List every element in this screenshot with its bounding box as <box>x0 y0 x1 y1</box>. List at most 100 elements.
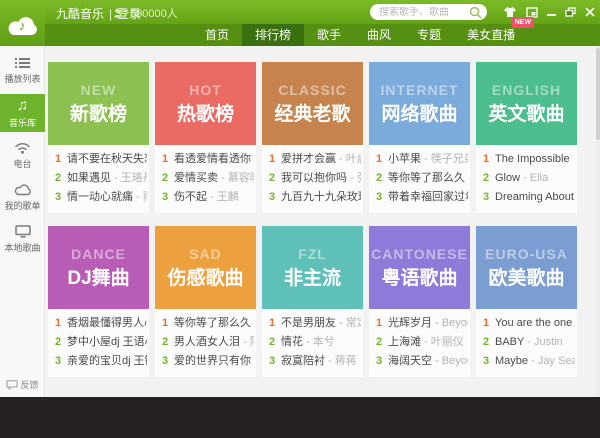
card-header[interactable]: CANTONESE 粤语歌曲 <box>369 226 470 309</box>
song-row[interactable]: 3亲爱的宝贝dj 王键 - <box>55 352 147 371</box>
card-cn-title: 网络歌曲 <box>381 99 457 126</box>
ranking-card[interactable]: NEW 新歌榜 1请不要在秋天失恋 -2如果遇见王珞丹3情一动心就痛雨生 <box>48 62 149 213</box>
app-name: 九酷音乐 <box>56 7 104 21</box>
close-icon[interactable] <box>585 7 595 17</box>
song-row[interactable]: 1看透爱情看透你冷 <box>162 150 254 169</box>
song-row[interactable]: 2如果遇见王珞丹 <box>55 169 147 188</box>
song-row[interactable]: 2BABYJustin <box>483 333 575 352</box>
song-row[interactable]: 2GlowElla <box>483 169 575 188</box>
song-row[interactable]: 1光辉岁月Beyond <box>376 314 468 333</box>
card-header[interactable]: FZL 非主流 <box>262 226 363 309</box>
song-row[interactable]: 1爱拼才会赢叶启田 <box>269 150 361 169</box>
song-row[interactable]: 1小苹果筷子兄弟 <box>376 150 468 169</box>
tab-3[interactable]: 曲风 <box>354 24 404 46</box>
card-header[interactable]: NEW 新歌榜 <box>48 62 149 145</box>
ranking-card[interactable]: HOT 热歌榜 1看透爱情看透你冷2爱情买卖慕容晓晓3伤不起王麟 <box>155 62 256 213</box>
song-row[interactable]: 3情一动心就痛雨生 <box>55 188 147 207</box>
song-artist: 叶丽仪 <box>421 336 464 348</box>
song-row[interactable]: 2情花本兮 <box>269 333 361 352</box>
card-cn-title: 欧美歌曲 <box>488 263 564 290</box>
minimize-icon[interactable] <box>547 7 556 17</box>
ranking-card[interactable]: FZL 非主流 1不是男朋友常定晨2情花本兮3寂寞陪衬蒋蒋 <box>262 226 363 377</box>
song-row[interactable]: 1等你等了那么久祁 <box>162 314 254 333</box>
song-row[interactable]: 2上海滩叶丽仪 <box>376 333 468 352</box>
tab-label: 首页 <box>205 28 229 42</box>
card-cn-title: 英文歌曲 <box>488 99 564 126</box>
scrollbar[interactable] <box>596 46 600 397</box>
tab-5[interactable]: 美女直播NEW <box>454 24 528 46</box>
card-cn-title: 热歌榜 <box>177 99 234 126</box>
song-rank: 3 <box>162 352 174 371</box>
song-row[interactable]: 1The Impossible <box>483 150 575 169</box>
tab-1[interactable]: 排行榜 <box>242 24 304 46</box>
sidebar-item-playlist[interactable]: 播放列表 <box>0 52 45 90</box>
song-row[interactable]: 3九百九十九朵玫瑰 - <box>269 188 361 207</box>
song-title: 亲爱的宝贝dj 王键 - <box>67 355 147 367</box>
song-row[interactable]: 3海阔天空Beyond <box>376 352 468 371</box>
song-title: 等你等了那么久 <box>174 317 251 329</box>
ranking-card[interactable]: EURO-USA 欧美歌曲 1You are the one -2BABYJus… <box>476 226 577 377</box>
sidebar-item-local-songs[interactable]: 本地歌曲 <box>0 220 45 258</box>
ranking-card[interactable]: CANTONESE 粤语歌曲 1光辉岁月Beyond2上海滩叶丽仪3海阔天空Be… <box>369 226 470 377</box>
song-artist: 张惠 <box>347 172 361 184</box>
card-header[interactable]: EURO-USA 欧美歌曲 <box>476 226 577 309</box>
song-row[interactable]: 2我可以抱你吗张惠 <box>269 169 361 188</box>
song-rank: 2 <box>483 169 495 188</box>
song-artist: 祁 <box>251 317 254 329</box>
tab-4[interactable]: 专题 <box>404 24 454 46</box>
song-row[interactable]: 2男人酒女人泪陈瑞 <box>162 333 254 352</box>
song-title: 爱拼才会赢 <box>281 153 336 165</box>
song-row[interactable]: 3伤不起王麟 <box>162 188 254 207</box>
song-rank: 2 <box>55 169 67 188</box>
ranking-card[interactable]: DANCE DJ舞曲 1香烟最懂得男人心dj2梦中小屋dj 王语心 -3亲爱的宝… <box>48 226 149 377</box>
card-header[interactable]: ENGLISH 英文歌曲 <box>476 62 577 145</box>
song-rank: 2 <box>269 333 281 352</box>
song-row[interactable]: 1请不要在秋天失恋 - <box>55 150 147 169</box>
scrollbar-thumb[interactable] <box>596 48 600 140</box>
sidebar-item-radio[interactable]: 电台 <box>0 136 45 174</box>
ranking-card[interactable]: CLASSIC 经典老歌 1爱拼才会赢叶启田2我可以抱你吗张惠3九百九十九朵玫瑰… <box>262 62 363 213</box>
song-row[interactable]: 3爱的世界只有你祁 <box>162 352 254 371</box>
card-header[interactable]: SAD 伤感歌曲 <box>155 226 256 309</box>
song-row[interactable]: 2爱情买卖慕容晓晓 <box>162 169 254 188</box>
song-row[interactable]: 2梦中小屋dj 王语心 - <box>55 333 147 352</box>
song-row[interactable]: 1香烟最懂得男人心dj <box>55 314 147 333</box>
card-en-label: CANTONESE <box>371 246 468 262</box>
sidebar-item-my-playlists[interactable]: 我的歌单 <box>0 178 45 216</box>
main-menu-icon[interactable] <box>526 7 538 18</box>
app-logo[interactable]: ♪ <box>5 12 41 38</box>
song-row[interactable]: 1You are the one - <box>483 314 575 333</box>
card-header[interactable]: INTERNET 网络歌曲 <box>369 62 470 145</box>
title-divider: | <box>109 7 112 21</box>
search-box[interactable] <box>370 4 487 20</box>
song-rank: 1 <box>376 314 388 333</box>
card-en-label: NEW <box>81 82 117 98</box>
card-header[interactable]: CLASSIC 经典老歌 <box>262 62 363 145</box>
song-rank: 3 <box>162 188 174 207</box>
ranking-card[interactable]: INTERNET 网络歌曲 1小苹果筷子兄弟2等你等了那么久祁3带着幸福回家过年… <box>369 62 470 213</box>
song-title: 梦中小屋dj 王语心 - <box>67 336 147 348</box>
song-row[interactable]: 3寂寞陪衬蒋蒋 <box>269 352 361 371</box>
feedback-bubble-icon <box>6 380 18 390</box>
search-icon[interactable] <box>469 6 482 19</box>
song-artist: 冷 <box>251 153 254 165</box>
restore-icon[interactable] <box>565 7 576 17</box>
titlebar: 九酷音乐|登录 500000人 <box>0 0 600 24</box>
card-cn-title: 新歌榜 <box>70 99 127 126</box>
card-header[interactable]: DANCE DJ舞曲 <box>48 226 149 309</box>
sidebar-item-music-library[interactable]: ♫ 音乐库 <box>0 94 45 132</box>
search-input[interactable] <box>379 7 469 18</box>
song-row[interactable]: 1不是男朋友常定晨 <box>269 314 361 333</box>
song-row[interactable]: 2等你等了那么久祁 <box>376 169 468 188</box>
song-row[interactable]: 3带着幸福回家过年 - <box>376 188 468 207</box>
feedback-button[interactable]: 反馈 <box>0 378 45 391</box>
tab-0[interactable]: 首页 <box>192 24 242 46</box>
song-artist: 蒋蒋 <box>325 355 357 367</box>
song-row[interactable]: 3Dreaming About <box>483 188 575 207</box>
tab-2[interactable]: 歌手 <box>304 24 354 46</box>
song-row[interactable]: 3MaybeJay Sean <box>483 352 575 371</box>
ranking-card[interactable]: SAD 伤感歌曲 1等你等了那么久祁2男人酒女人泪陈瑞3爱的世界只有你祁 <box>155 226 256 377</box>
ranking-card[interactable]: ENGLISH 英文歌曲 1The Impossible2GlowElla3Dr… <box>476 62 577 213</box>
card-header[interactable]: HOT 热歌榜 <box>155 62 256 145</box>
card-en-label: HOT <box>189 82 222 98</box>
